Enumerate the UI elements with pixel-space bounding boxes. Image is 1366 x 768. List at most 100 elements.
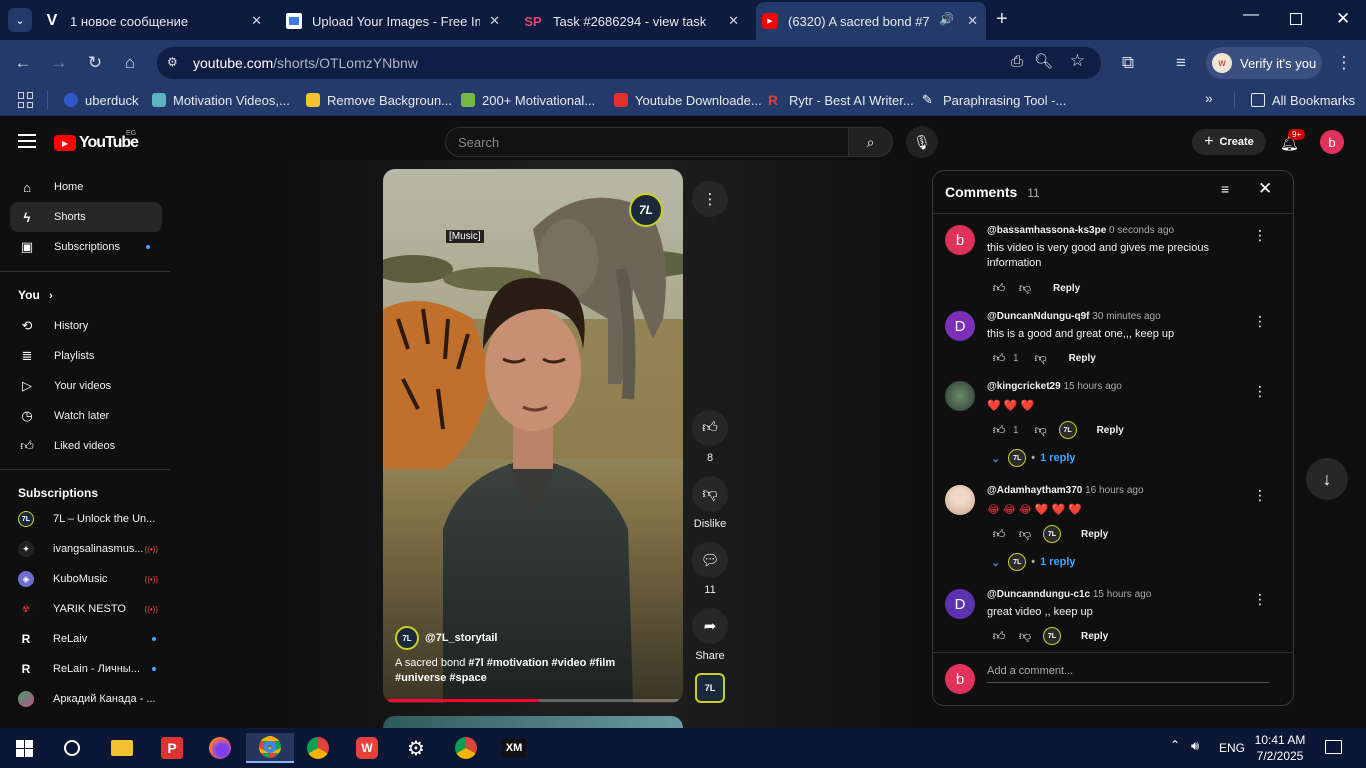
back-button[interactable]: ← bbox=[12, 52, 34, 74]
start-button[interactable] bbox=[8, 733, 40, 763]
tab-upload-images[interactable]: Upload Your Images - Free Imag ✕ bbox=[286, 6, 508, 36]
reply-button[interactable]: Reply bbox=[1097, 425, 1124, 436]
chrome-taskbar[interactable] bbox=[302, 733, 334, 763]
sort-comments-button[interactable]: ≡ bbox=[1221, 181, 1229, 197]
wps-office-taskbar[interactable]: W bbox=[351, 733, 383, 763]
restore-button[interactable] bbox=[1290, 13, 1302, 25]
close-window-button[interactable]: ✕ bbox=[1336, 9, 1350, 29]
voice-search-button[interactable]: 🎙︎ bbox=[906, 126, 938, 158]
thumbs-down-icon[interactable]: 👎︎ bbox=[1029, 422, 1053, 438]
commenter-avatar[interactable] bbox=[945, 485, 975, 515]
bookmark-paraphrasing[interactable]: ✎ Paraphrasing Tool -... bbox=[922, 91, 1066, 109]
short-video-player[interactable]: [Music] 7L 7L @7L_storytail A sacred bon… bbox=[383, 169, 683, 703]
you-section-header[interactable]: You › bbox=[18, 288, 53, 302]
sidebar-item-subscriptions[interactable]: ▣ Subscriptions bbox=[10, 232, 162, 262]
bookmark-star-icon[interactable]: ☆ bbox=[1070, 51, 1085, 71]
media-control-button[interactable]: ≡ bbox=[1170, 52, 1192, 74]
bookmark-rytr[interactable]: R Rytr - Best AI Writer... bbox=[768, 91, 914, 109]
comment-menu-icon[interactable]: ⋮ bbox=[1253, 313, 1267, 330]
comment-author[interactable]: @DuncanNdungu-q9f bbox=[987, 311, 1090, 322]
comment-author[interactable]: @Adamhaytham370 bbox=[987, 485, 1082, 496]
bookmark-motivational[interactable]: 200+ Motivational... bbox=[461, 91, 595, 109]
sidebar-subscription[interactable]: Аркадий Канада - ... bbox=[18, 688, 168, 710]
forward-button[interactable]: → bbox=[48, 52, 70, 74]
notifications-button[interactable]: 🔔︎ 9+ bbox=[1280, 129, 1306, 152]
notification-center-icon[interactable] bbox=[1325, 740, 1342, 754]
comment-menu-icon[interactable]: ⋮ bbox=[1253, 383, 1267, 400]
thumbs-up-icon[interactable]: 👍︎ bbox=[987, 350, 1011, 366]
account-avatar[interactable]: b bbox=[1320, 130, 1344, 154]
zoom-icon[interactable]: 🔍︎ bbox=[1034, 52, 1053, 70]
home-button[interactable]: ⌂ bbox=[119, 52, 141, 74]
comment-menu-icon[interactable]: ⋮ bbox=[1253, 487, 1267, 504]
search-taskbar-button[interactable] bbox=[56, 733, 88, 763]
tab-task[interactable]: SP Task #2686294 - view task ✕ bbox=[523, 6, 747, 36]
thumbs-up-icon[interactable]: 👍︎ bbox=[987, 422, 1011, 438]
youtube-logo[interactable]: ▶ YouTube EG bbox=[54, 130, 139, 153]
thumbs-up-icon[interactable]: 👍︎ bbox=[987, 526, 1011, 542]
install-app-icon[interactable]: ⎙ bbox=[1011, 53, 1023, 70]
add-comment-input[interactable]: Add a comment... bbox=[987, 665, 1269, 683]
comment-menu-icon[interactable]: ⋮ bbox=[1253, 591, 1267, 608]
sidebar-subscription[interactable]: ✦ ivangsalinasmus... ((•)) bbox=[18, 538, 168, 560]
create-button[interactable]: + Create bbox=[1192, 129, 1266, 155]
bookmark-youtube-downloader[interactable]: Youtube Downloade... bbox=[614, 91, 762, 109]
search-button[interactable]: ⌕ bbox=[848, 127, 893, 157]
reply-button[interactable]: Reply bbox=[1081, 529, 1108, 540]
close-tab-icon[interactable]: ✕ bbox=[728, 13, 739, 29]
profile-chip[interactable]: w Verify it's you bbox=[1206, 47, 1322, 79]
xm-taskbar[interactable]: XM bbox=[498, 733, 530, 763]
commenter-avatar[interactable]: b bbox=[945, 225, 975, 255]
comment-menu-icon[interactable]: ⋮ bbox=[1253, 227, 1267, 244]
site-info-icon[interactable]: ⚙ bbox=[167, 55, 178, 69]
all-bookmarks[interactable]: All Bookmarks bbox=[1251, 91, 1355, 109]
sidebar-item-liked-videos[interactable]: 👍︎ Liked videos bbox=[10, 431, 162, 461]
minimize-button[interactable]: — bbox=[1243, 6, 1259, 24]
sidebar-subscription[interactable]: 7L 7L – Unlock the Un... bbox=[18, 508, 168, 530]
reply-button[interactable]: Reply bbox=[1081, 631, 1108, 642]
reply-button[interactable]: Reply bbox=[1053, 283, 1080, 294]
thumbs-down-icon[interactable]: 👎︎ bbox=[1029, 350, 1053, 366]
sound-channel-thumbnail[interactable]: 7L bbox=[695, 673, 725, 703]
chrome-profile-taskbar[interactable] bbox=[246, 733, 294, 763]
close-tab-icon[interactable]: ✕ bbox=[489, 13, 500, 29]
close-tab-icon[interactable]: ✕ bbox=[967, 13, 978, 29]
share-button[interactable]: ➦ bbox=[692, 608, 728, 644]
sidebar-subscription[interactable]: R ReLain - Личны... bbox=[18, 658, 168, 680]
short-more-button[interactable]: ⋮ bbox=[692, 181, 728, 217]
progress-track[interactable] bbox=[387, 699, 679, 702]
like-button[interactable]: 👍︎ bbox=[692, 410, 728, 446]
reply-button[interactable]: Reply bbox=[1069, 353, 1096, 364]
dislike-button[interactable]: 👎︎ bbox=[692, 476, 728, 512]
short-channel-info[interactable]: 7L @7L_storytail bbox=[395, 626, 497, 650]
more-bookmarks-icon[interactable]: » bbox=[1205, 90, 1213, 106]
sidebar-item-home[interactable]: ⌂ Home bbox=[10, 172, 162, 202]
chrome-menu-button[interactable]: ⋮ bbox=[1333, 52, 1355, 74]
sidebar-subscription[interactable]: ☢ YARIK NESTO ((•)) bbox=[18, 598, 168, 620]
sidebar-subscription[interactable]: ◈ KuboMusic ((•)) bbox=[18, 568, 168, 590]
psiphon-taskbar[interactable]: P bbox=[156, 733, 188, 763]
bookmark-motivation-videos[interactable]: Motivation Videos,... bbox=[152, 91, 290, 109]
thumbs-down-icon[interactable]: 👎︎ bbox=[1013, 628, 1037, 644]
firefox-taskbar[interactable] bbox=[204, 733, 236, 763]
settings-taskbar[interactable]: ⚙ bbox=[400, 733, 432, 763]
sidebar-item-shorts[interactable]: ϟ Shorts bbox=[10, 202, 162, 232]
sidebar-item-your-videos[interactable]: ▷ Your videos bbox=[10, 371, 162, 401]
tab-youtube[interactable]: ▶ (6320) A sacred bond #7l #m 🔊 ✕ bbox=[756, 2, 986, 40]
new-tab-button[interactable]: + bbox=[996, 8, 1008, 31]
volume-icon[interactable]: 🔊︎ bbox=[1191, 738, 1199, 754]
view-replies-button[interactable]: ⌄ 7L • 1 reply bbox=[987, 449, 1076, 467]
thumbs-down-icon[interactable]: 👎︎ bbox=[1013, 280, 1037, 296]
thumbs-up-icon[interactable]: 👍︎ bbox=[987, 628, 1011, 644]
extensions-button[interactable]: ⧉ bbox=[1117, 52, 1139, 74]
language-indicator[interactable]: ENG bbox=[1219, 741, 1245, 755]
view-replies-button[interactable]: ⌄ 7L • 1 reply bbox=[987, 553, 1076, 571]
file-explorer-taskbar[interactable] bbox=[106, 733, 138, 763]
show-hidden-icons[interactable]: ⌃ bbox=[1170, 738, 1180, 752]
commenter-avatar[interactable]: D bbox=[945, 589, 975, 619]
sidebar-item-watch-later[interactable]: ◷ Watch later bbox=[10, 401, 162, 431]
search-box[interactable]: Search bbox=[445, 127, 849, 157]
sidebar-item-playlists[interactable]: ≣ Playlists bbox=[10, 341, 162, 371]
clock[interactable]: 10:41 AM 7/2/2025 bbox=[1254, 732, 1306, 764]
thumbs-up-icon[interactable]: 👍︎ bbox=[987, 280, 1011, 296]
